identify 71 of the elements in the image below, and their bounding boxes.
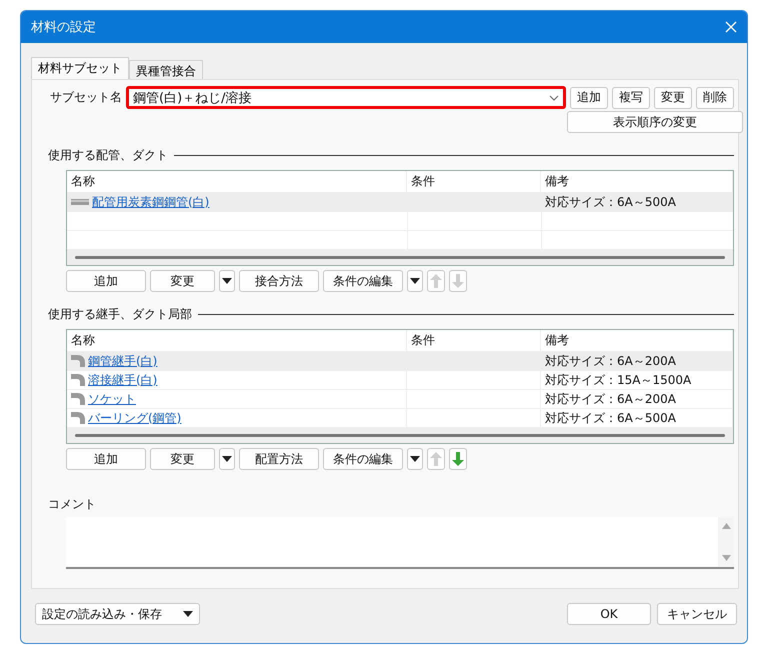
table-cell: 対応サイズ：6A～500A (545, 194, 676, 210)
down-arrow-icon (452, 274, 464, 288)
table-row[interactable]: ソケット 対応サイズ：6A～200A (67, 390, 733, 409)
caret-icon (222, 278, 232, 284)
horizontal-scrollbar[interactable] (67, 250, 733, 265)
action-button[interactable]: 配置方法 (239, 448, 319, 470)
column-header: 条件 (411, 332, 435, 349)
ok-button[interactable]: OK (567, 603, 651, 625)
column-header: 備考 (545, 173, 569, 190)
action-button[interactable]: 接合方法 (239, 270, 319, 292)
column-header: 名称 (71, 173, 95, 190)
table-row[interactable]: 配管用炭素鋼鋼管(白) 対応サイズ：6A～500A (67, 193, 733, 212)
section-title: 使用する継手、ダクト局部 (48, 306, 192, 323)
tab[interactable]: 材料サブセット (31, 57, 129, 79)
table-row[interactable]: 溶接継手(白) 対応サイズ：15A～1500A (67, 371, 733, 390)
tab[interactable]: 異種管接合 (129, 60, 203, 79)
column-header: 名称 (71, 332, 95, 349)
subset-button[interactable]: 変更 (654, 86, 692, 108)
up-arrow-icon (430, 274, 442, 288)
column-header: 備考 (545, 332, 569, 349)
comment-label: コメント (48, 497, 96, 511)
subset-button[interactable]: 追加 (570, 86, 608, 108)
subset-dropdown[interactable]: 鋼管(白)＋ねじ/溶接 (126, 86, 566, 109)
material-link[interactable]: 配管用炭素鋼鋼管(白) (92, 194, 210, 210)
material-link[interactable]: 鋼管継手(白) (88, 352, 158, 370)
caret-icon (410, 456, 420, 462)
section-title: 使用する配管、ダクト (48, 147, 168, 164)
load-save-button[interactable]: 設定の読み込み・保存 (35, 603, 200, 625)
reorder-button[interactable]: 表示順序の変更 (567, 111, 743, 133)
elbow-icon (71, 412, 85, 424)
down-arrow-icon (452, 452, 464, 466)
elbow-icon (71, 393, 85, 405)
table-cell: 対応サイズ：6A～200A (545, 352, 676, 370)
action-button[interactable]: 追加 (66, 448, 146, 470)
action-button[interactable]: 変更 (150, 448, 215, 470)
material-link[interactable]: ソケット (88, 390, 136, 408)
dropdown-button[interactable] (407, 448, 423, 470)
dropdown-button[interactable] (407, 270, 423, 292)
field-label: サブセット名 (49, 89, 122, 106)
cancel-button[interactable]: キャンセル (657, 603, 737, 625)
table-cell: 対応サイズ：6A～200A (545, 390, 676, 408)
horizontal-scrollbar[interactable] (67, 428, 733, 443)
material-link[interactable]: バーリング(鋼管) (88, 410, 182, 426)
move-down-button[interactable] (449, 448, 467, 470)
comment-field[interactable] (66, 517, 734, 569)
dropdown-button[interactable] (219, 448, 235, 470)
chevron-icon (549, 94, 559, 100)
table-cell: 対応サイズ：15A～1500A (545, 372, 692, 388)
scroll-up-icon[interactable] (722, 523, 730, 529)
scroll-down-icon[interactable] (722, 555, 730, 561)
pipe-icon (71, 199, 89, 205)
subset-button[interactable]: 削除 (696, 86, 734, 108)
caret-icon (222, 456, 232, 462)
action-button[interactable]: 変更 (150, 270, 215, 292)
up-arrow-icon (430, 452, 442, 466)
dropdown-button[interactable] (219, 270, 235, 292)
elbow-icon (71, 355, 85, 367)
vertical-scrollbar[interactable] (718, 517, 734, 567)
subset-button[interactable]: 複写 (612, 86, 650, 108)
action-button[interactable]: 条件の編集 (323, 270, 403, 292)
caret-icon (410, 278, 420, 284)
window-title: 材料の設定 (31, 19, 96, 36)
caret-icon (183, 611, 193, 617)
column-header: 条件 (411, 173, 435, 190)
table-row[interactable]: 鋼管継手(白) 対応サイズ：6A～200A (67, 352, 733, 371)
elbow-icon (71, 374, 85, 386)
material-link[interactable]: 溶接継手(白) (88, 372, 158, 388)
action-button[interactable]: 条件の編集 (323, 448, 403, 470)
action-button[interactable]: 追加 (66, 270, 146, 292)
table-cell: 対応サイズ：6A～500A (545, 410, 676, 426)
close-icon[interactable] (725, 21, 737, 33)
